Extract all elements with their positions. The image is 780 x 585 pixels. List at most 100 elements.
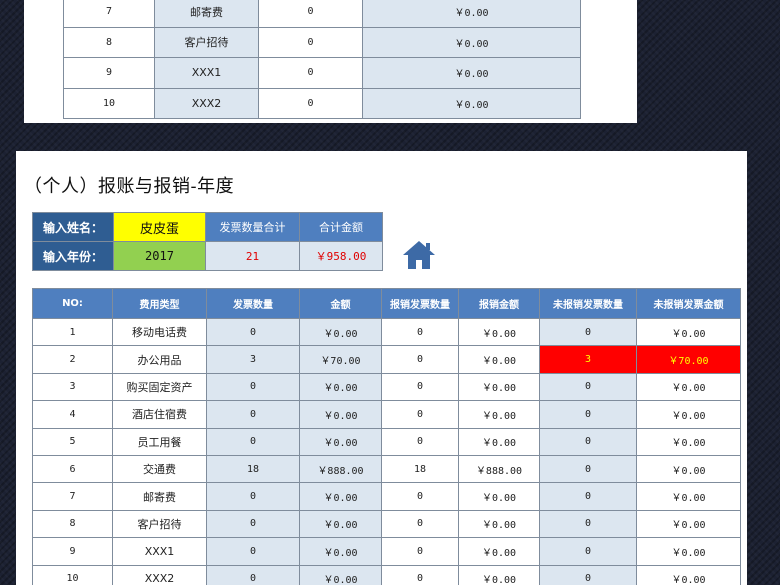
- expense-type-cell[interactable]: XXX1: [112, 537, 207, 566]
- unreimbursed-count-cell[interactable]: 0: [539, 372, 637, 402]
- unreimbursed-amount-cell[interactable]: ￥70.00: [636, 345, 741, 374]
- expense-type-cell[interactable]: 酒店住宿费: [112, 400, 207, 429]
- amount-cell[interactable]: ￥0.00: [362, 57, 581, 89]
- invoice-count-cell[interactable]: 0: [206, 482, 300, 511]
- reimbursed-amount-cell[interactable]: ￥0.00: [458, 509, 540, 539]
- expense-type-cell[interactable]: XXX1: [154, 57, 259, 89]
- row-number-cell[interactable]: 9: [63, 57, 155, 89]
- reimbursed-count-cell[interactable]: 0: [381, 345, 459, 374]
- invoice-count-cell[interactable]: 0: [206, 564, 300, 585]
- reimbursed-count-cell[interactable]: 0: [381, 400, 459, 429]
- reimbursed-amount-cell[interactable]: ￥0.00: [458, 345, 540, 374]
- name-input-cell[interactable]: 皮皮蛋: [113, 212, 206, 242]
- row-number-cell[interactable]: 5: [32, 427, 113, 456]
- invoice-count-cell[interactable]: 0: [258, 87, 363, 119]
- expense-type-cell[interactable]: 客户招待: [154, 26, 259, 58]
- unreimbursed-count-cell[interactable]: 0: [539, 509, 637, 539]
- unreimbursed-amount-cell[interactable]: ￥0.00: [636, 317, 741, 347]
- year-input-cell[interactable]: 2017: [113, 241, 206, 271]
- expense-type-cell[interactable]: 购买固定资产: [112, 372, 207, 402]
- row-number-cell[interactable]: 8: [63, 26, 155, 58]
- row-number-cell[interactable]: 2: [32, 345, 113, 374]
- row-number-cell[interactable]: 9: [32, 537, 113, 566]
- invoice-count-cell[interactable]: 0: [206, 537, 300, 566]
- row-number-cell[interactable]: 7: [63, 0, 155, 28]
- reimbursed-amount-cell[interactable]: ￥0.00: [458, 317, 540, 347]
- unreimbursed-count-cell[interactable]: 0: [539, 482, 637, 511]
- row-number-cell[interactable]: 7: [32, 482, 113, 511]
- amount-cell[interactable]: ￥0.00: [299, 317, 382, 347]
- reimbursed-count-cell[interactable]: 0: [381, 482, 459, 511]
- expense-type-cell[interactable]: 员工用餐: [112, 427, 207, 456]
- amount-cell[interactable]: ￥0.00: [299, 400, 382, 429]
- reimbursed-count-cell[interactable]: 0: [381, 427, 459, 456]
- unreimbursed-count-cell[interactable]: 0: [539, 317, 637, 347]
- unreimbursed-count-cell[interactable]: 0: [539, 454, 637, 484]
- unreimbursed-amount-cell[interactable]: ￥0.00: [636, 427, 741, 456]
- amount-cell[interactable]: ￥888.00: [299, 454, 382, 484]
- invoice-count-cell[interactable]: 0: [206, 317, 300, 347]
- amount-cell[interactable]: ￥0.00: [362, 0, 581, 28]
- reimbursed-count-cell[interactable]: 18: [381, 454, 459, 484]
- expense-type-cell[interactable]: 邮寄费: [154, 0, 259, 28]
- expense-type-cell[interactable]: 客户招待: [112, 509, 207, 539]
- amount-cell[interactable]: ￥0.00: [362, 87, 581, 119]
- unreimbursed-count-cell[interactable]: 0: [539, 427, 637, 456]
- row-number-cell[interactable]: 10: [32, 564, 113, 585]
- table-row: 8 客户招待 0 ￥0.00 0 ￥0.00 0 ￥0.00: [32, 509, 741, 539]
- expense-type-cell[interactable]: 移动电话费: [112, 317, 207, 347]
- amount-cell[interactable]: ￥0.00: [299, 427, 382, 456]
- unreimbursed-amount-cell[interactable]: ￥0.00: [636, 537, 741, 566]
- unreimbursed-amount-cell[interactable]: ￥0.00: [636, 454, 741, 484]
- expense-type-cell[interactable]: XXX2: [112, 564, 207, 585]
- reimbursed-amount-cell[interactable]: ￥888.00: [458, 454, 540, 484]
- reimbursed-count-cell[interactable]: 0: [381, 564, 459, 585]
- row-number-cell[interactable]: 8: [32, 509, 113, 539]
- expense-type-cell[interactable]: 交通费: [112, 454, 207, 484]
- expense-type-cell[interactable]: XXX2: [154, 87, 259, 119]
- reimbursed-amount-cell[interactable]: ￥0.00: [458, 482, 540, 511]
- expense-type-cell[interactable]: 邮寄费: [112, 482, 207, 511]
- invoice-count-cell[interactable]: 0: [206, 400, 300, 429]
- unreimbursed-count-cell[interactable]: 0: [539, 537, 637, 566]
- reimbursed-amount-cell[interactable]: ￥0.00: [458, 564, 540, 585]
- unreimbursed-amount-cell[interactable]: ￥0.00: [636, 509, 741, 539]
- home-icon[interactable]: [402, 240, 436, 270]
- invoice-count-cell[interactable]: 0: [206, 372, 300, 402]
- unreimbursed-count-cell[interactable]: 0: [539, 564, 637, 585]
- unreimbursed-amount-cell[interactable]: ￥0.00: [636, 564, 741, 585]
- invoice-count-cell[interactable]: 3: [206, 345, 300, 374]
- unreimbursed-amount-cell[interactable]: ￥0.00: [636, 372, 741, 402]
- row-number-cell[interactable]: 3: [32, 372, 113, 402]
- row-number-cell[interactable]: 4: [32, 400, 113, 429]
- invoice-count-cell[interactable]: 0: [258, 0, 363, 28]
- amount-cell[interactable]: ￥0.00: [299, 372, 382, 402]
- reimbursed-count-cell[interactable]: 0: [381, 317, 459, 347]
- unreimbursed-count-cell[interactable]: 3: [539, 345, 637, 374]
- reimbursed-count-cell[interactable]: 0: [381, 509, 459, 539]
- amount-cell[interactable]: ￥70.00: [299, 345, 382, 374]
- unreimbursed-count-cell[interactable]: 0: [539, 400, 637, 429]
- reimbursed-amount-cell[interactable]: ￥0.00: [458, 400, 540, 429]
- amount-cell[interactable]: ￥0.00: [299, 564, 382, 585]
- unreimbursed-amount-cell[interactable]: ￥0.00: [636, 400, 741, 429]
- reimbursed-amount-cell[interactable]: ￥0.00: [458, 427, 540, 456]
- amount-cell[interactable]: ￥0.00: [299, 537, 382, 566]
- invoice-count-cell[interactable]: 0: [206, 427, 300, 456]
- row-number-cell[interactable]: 6: [32, 454, 113, 484]
- reimbursed-amount-cell[interactable]: ￥0.00: [458, 372, 540, 402]
- amount-cell[interactable]: ￥0.00: [299, 509, 382, 539]
- reimbursed-count-cell[interactable]: 0: [381, 372, 459, 402]
- invoice-count-cell[interactable]: 18: [206, 454, 300, 484]
- invoice-count-cell[interactable]: 0: [258, 26, 363, 58]
- row-number-cell[interactable]: 10: [63, 87, 155, 119]
- row-number-cell[interactable]: 1: [32, 317, 113, 347]
- expense-type-cell[interactable]: 办公用品: [112, 345, 207, 374]
- invoice-count-cell[interactable]: 0: [258, 57, 363, 89]
- reimbursed-amount-cell[interactable]: ￥0.00: [458, 537, 540, 566]
- reimbursed-count-cell[interactable]: 0: [381, 537, 459, 566]
- invoice-count-cell[interactable]: 0: [206, 509, 300, 539]
- unreimbursed-amount-cell[interactable]: ￥0.00: [636, 482, 741, 511]
- amount-cell[interactable]: ￥0.00: [299, 482, 382, 511]
- amount-cell[interactable]: ￥0.00: [362, 26, 581, 58]
